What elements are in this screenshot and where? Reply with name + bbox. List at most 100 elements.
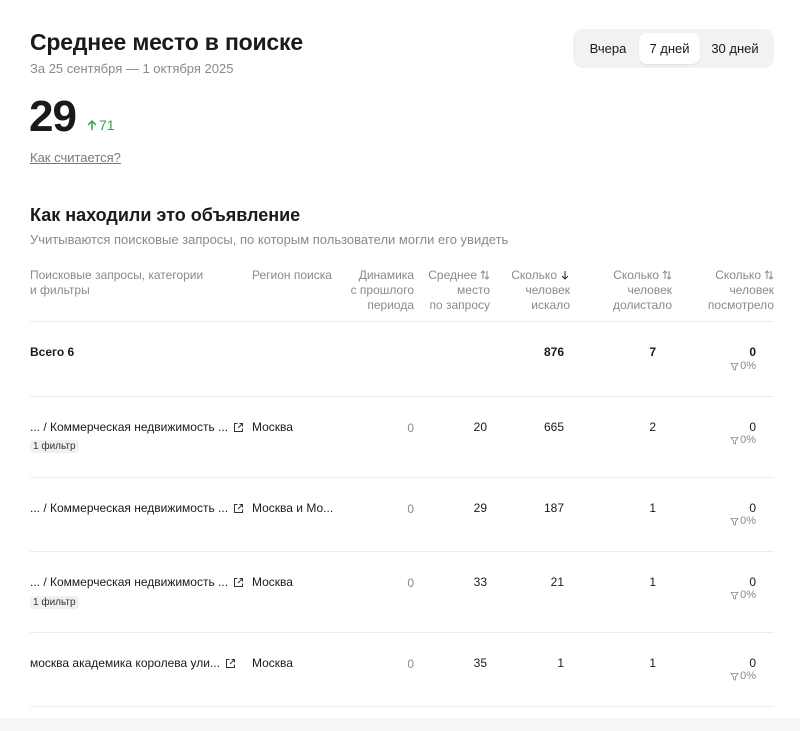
header-text: Сколько bbox=[613, 268, 659, 282]
page-footer-strip bbox=[0, 718, 800, 731]
divider bbox=[30, 477, 774, 478]
viewed-cell: 0 bbox=[749, 501, 756, 515]
header-line: с прошлого bbox=[350, 283, 414, 297]
dynamics-cell: 0 bbox=[407, 576, 414, 590]
header-line: человек bbox=[525, 283, 570, 297]
filter-badge[interactable]: 1 фильтр bbox=[30, 596, 79, 609]
header-line: место bbox=[457, 283, 490, 297]
query-cell: ... / Коммерческая недвижимость ... bbox=[30, 501, 244, 515]
header-line: Среднее bbox=[410, 268, 490, 283]
query-text: ... / Коммерческая недвижимость ... bbox=[30, 501, 229, 515]
header-line: по запросу bbox=[429, 298, 490, 312]
divider bbox=[30, 396, 774, 397]
header-line: долистало bbox=[613, 298, 672, 312]
pct-value: 0% bbox=[740, 670, 756, 682]
funnel-icon bbox=[730, 672, 739, 681]
searched-cell: 21 bbox=[550, 575, 564, 589]
scrolled-cell: 1 bbox=[649, 501, 656, 515]
arrow-down-icon[interactable] bbox=[560, 270, 570, 280]
total-scrolled: 7 bbox=[649, 345, 656, 359]
header-text: Сколько bbox=[715, 268, 761, 282]
avg-place-cell: 29 bbox=[473, 501, 487, 515]
column-header-dynamics: Динамика с прошлого периода bbox=[330, 268, 414, 313]
region-cell: Москва bbox=[252, 575, 293, 589]
funnel-icon bbox=[730, 517, 739, 526]
header-text: Среднее bbox=[428, 268, 477, 282]
total-viewed-pct: 0% bbox=[716, 360, 756, 372]
avg-place-cell: 20 bbox=[473, 420, 487, 434]
query-cell: москва академика королева ули... bbox=[30, 656, 236, 670]
total-label: Всего 6 bbox=[30, 345, 75, 359]
divider bbox=[30, 706, 774, 707]
column-header-region: Регион поиска bbox=[252, 268, 342, 283]
header-line: посмотрело bbox=[707, 298, 774, 312]
scrolled-cell: 1 bbox=[649, 575, 656, 589]
divider bbox=[30, 551, 774, 552]
avg-place-cell: 35 bbox=[473, 656, 487, 670]
sort-arrows-icon[interactable] bbox=[480, 270, 490, 280]
scrolled-cell: 2 bbox=[649, 420, 656, 434]
period-yesterday-button[interactable]: Вчера bbox=[577, 33, 639, 64]
searched-cell: 665 bbox=[543, 420, 564, 434]
divider bbox=[30, 321, 774, 322]
header-line: Сколько bbox=[584, 268, 672, 283]
viewed-cell: 0 bbox=[749, 575, 756, 589]
column-header-scrolled[interactable]: Сколько человек долистало bbox=[584, 268, 672, 313]
pct-value: 0% bbox=[740, 589, 756, 601]
total-viewed: 0 bbox=[749, 345, 756, 359]
searched-cell: 187 bbox=[543, 501, 564, 515]
pct-value: 0% bbox=[740, 360, 756, 372]
region-cell: Москва bbox=[252, 420, 293, 434]
external-link-icon[interactable] bbox=[233, 577, 244, 588]
header-line: Сколько bbox=[496, 268, 570, 283]
header-line: Динамика bbox=[358, 268, 414, 282]
viewed-pct: 0% bbox=[716, 434, 756, 446]
pct-value: 0% bbox=[740, 434, 756, 446]
external-link-icon[interactable] bbox=[233, 503, 244, 514]
period-30-days-button[interactable]: 30 дней bbox=[700, 33, 770, 64]
funnel-icon bbox=[730, 591, 739, 600]
viewed-pct: 0% bbox=[716, 589, 756, 601]
sort-arrows-icon[interactable] bbox=[662, 270, 672, 280]
external-link-icon[interactable] bbox=[225, 658, 236, 669]
dynamics-cell: 0 bbox=[407, 421, 414, 435]
external-link-icon[interactable] bbox=[233, 422, 244, 433]
query-text: ... / Коммерческая недвижимость ... bbox=[30, 420, 229, 434]
period-toggle: Вчера 7 дней 30 дней bbox=[573, 29, 774, 68]
query-text: ... / Коммерческая недвижимость ... bbox=[30, 575, 229, 589]
filter-badge[interactable]: 1 фильтр bbox=[30, 440, 79, 453]
column-header-viewed[interactable]: Сколько человек посмотрело bbox=[676, 268, 774, 313]
query-cell: ... / Коммерческая недвижимость ... bbox=[30, 575, 244, 589]
column-header-query: Поисковые запросы, категории и фильтры bbox=[30, 268, 230, 298]
header-text: Сколько bbox=[511, 268, 557, 282]
header-line: искало bbox=[531, 298, 570, 312]
viewed-cell: 0 bbox=[749, 420, 756, 434]
column-header-searched[interactable]: Сколько человек искало bbox=[496, 268, 570, 313]
viewed-pct: 0% bbox=[716, 515, 756, 527]
date-range: За 25 сентября — 1 октября 2025 bbox=[30, 61, 234, 76]
header-line: и фильтры bbox=[30, 283, 90, 297]
header-line: периода bbox=[367, 298, 414, 312]
delta-badge: 71 bbox=[86, 117, 115, 133]
viewed-pct: 0% bbox=[716, 670, 756, 682]
searched-cell: 1 bbox=[557, 656, 564, 670]
pct-value: 0% bbox=[740, 515, 756, 527]
column-header-avg-place[interactable]: Среднее место по запросу bbox=[410, 268, 490, 313]
delta-value: 71 bbox=[99, 117, 115, 133]
dynamics-cell: 0 bbox=[407, 502, 414, 516]
query-cell: ... / Коммерческая недвижимость ... bbox=[30, 420, 244, 434]
funnel-icon bbox=[730, 362, 739, 371]
how-calculated-link[interactable]: Как считается? bbox=[30, 150, 121, 165]
section-subtitle: Учитываются поисковые запросы, по которы… bbox=[30, 232, 509, 247]
dynamics-cell: 0 bbox=[407, 657, 414, 671]
region-cell: Москва и Мо... bbox=[252, 501, 334, 515]
period-7-days-button[interactable]: 7 дней bbox=[639, 33, 700, 64]
average-place-value: 29 bbox=[29, 92, 77, 141]
sort-arrows-icon[interactable] bbox=[764, 270, 774, 280]
page-title: Среднее место в поиске bbox=[30, 29, 303, 55]
avg-place-cell: 33 bbox=[473, 575, 487, 589]
section-title: Как находили это объявление bbox=[30, 205, 301, 225]
header-line: человек bbox=[627, 283, 672, 297]
total-searched: 876 bbox=[543, 345, 564, 359]
funnel-icon bbox=[730, 436, 739, 445]
